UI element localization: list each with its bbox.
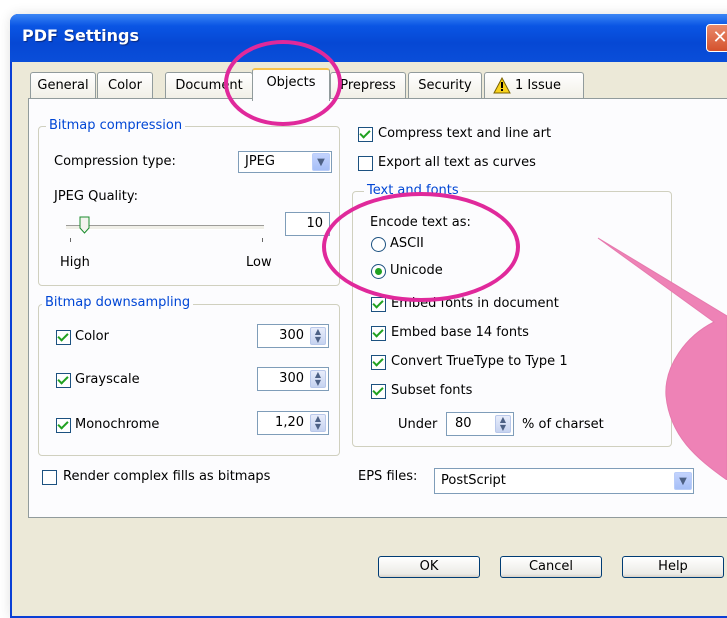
- help-button[interactable]: Help: [622, 556, 724, 578]
- embed-base14-checkbox[interactable]: [371, 326, 386, 341]
- slider-thumb[interactable]: [79, 216, 90, 234]
- monochrome-checkbox[interactable]: [56, 418, 71, 433]
- subset-threshold-value: 80: [455, 416, 472, 431]
- grayscale-checkbox[interactable]: [56, 373, 71, 388]
- compression-type-select[interactable]: JPEG ▼: [238, 151, 332, 173]
- spin-arrows-icon[interactable]: ▲ ▼: [310, 414, 326, 432]
- compress-text-checkbox[interactable]: [358, 127, 373, 142]
- spin-arrows-icon[interactable]: ▲ ▼: [310, 370, 326, 388]
- slider-tick: [262, 238, 263, 242]
- ok-button[interactable]: OK: [378, 556, 480, 578]
- chevron-down-icon[interactable]: ▼: [312, 153, 330, 171]
- convert-truetype-checkbox[interactable]: [371, 355, 386, 370]
- high-label: High: [60, 255, 90, 270]
- tab-objects[interactable]: Objects: [252, 68, 330, 101]
- low-label: Low: [246, 255, 272, 270]
- of-charset-label: % of charset: [522, 417, 604, 432]
- callout-arrow-shape: [596, 236, 727, 481]
- convert-truetype-label: Convert TrueType to Type 1: [391, 354, 568, 369]
- render-complex-label: Render complex fills as bitmaps: [63, 469, 271, 484]
- color-dpi-value: 300: [279, 328, 304, 343]
- grayscale-dpi-value: 300: [279, 371, 304, 386]
- close-button[interactable]: ✕: [706, 24, 727, 52]
- compress-text-label: Compress text and line art: [378, 126, 552, 141]
- embed-fonts-checkbox[interactable]: [371, 297, 386, 312]
- bitmap-compression-title: Bitmap compression: [46, 118, 186, 134]
- cancel-button[interactable]: Cancel: [500, 556, 602, 578]
- tab-issues[interactable]: 1 Issue: [484, 72, 584, 99]
- tab-general[interactable]: General: [30, 72, 96, 99]
- jpeg-quality-value: 10: [306, 216, 323, 231]
- monochrome-dpi-value: 1,20: [275, 415, 304, 430]
- tab-issues-label: 1 Issue: [515, 78, 562, 93]
- jpeg-quality-label: JPEG Quality:: [54, 189, 138, 204]
- color-label: Color: [75, 329, 109, 344]
- spin-arrows-icon[interactable]: ▲ ▼: [310, 327, 326, 345]
- subset-fonts-label: Subset fonts: [391, 383, 473, 398]
- export-curves-checkbox[interactable]: [358, 156, 373, 171]
- compression-type-value: JPEG: [245, 154, 275, 169]
- tab-security[interactable]: Security: [408, 72, 482, 99]
- grayscale-label: Grayscale: [75, 372, 140, 387]
- dialog-title: PDF Settings: [22, 26, 140, 45]
- embed-base14-label: Embed base 14 fonts: [391, 325, 529, 340]
- eps-files-value: PostScript: [441, 473, 506, 488]
- spin-arrows-icon[interactable]: ▲ ▼: [495, 415, 511, 433]
- jpeg-quality-slider[interactable]: [66, 225, 264, 230]
- color-dpi-spinner[interactable]: 300 ▲ ▼: [257, 324, 329, 348]
- jpeg-quality-field[interactable]: 10: [285, 212, 330, 236]
- subset-threshold-spinner[interactable]: 80 ▲ ▼: [446, 412, 514, 436]
- bitmap-downsampling-title: Bitmap downsampling: [42, 295, 194, 311]
- eps-files-label: EPS files:: [358, 469, 418, 484]
- export-curves-label: Export all text as curves: [378, 155, 536, 170]
- slider-tick: [70, 238, 71, 242]
- color-checkbox[interactable]: [56, 330, 71, 345]
- grayscale-dpi-spinner[interactable]: 300 ▲ ▼: [257, 367, 329, 391]
- monochrome-label: Monochrome: [75, 417, 160, 432]
- warning-icon: [493, 76, 511, 94]
- subset-fonts-checkbox[interactable]: [371, 384, 386, 399]
- render-complex-checkbox[interactable]: [42, 470, 57, 485]
- under-label: Under: [398, 417, 438, 432]
- tab-color[interactable]: Color: [97, 72, 153, 99]
- highlight-ellipse-encode-text: [322, 192, 520, 302]
- compression-type-label: Compression type:: [54, 154, 176, 169]
- monochrome-dpi-spinner[interactable]: 1,20 ▲ ▼: [257, 411, 329, 435]
